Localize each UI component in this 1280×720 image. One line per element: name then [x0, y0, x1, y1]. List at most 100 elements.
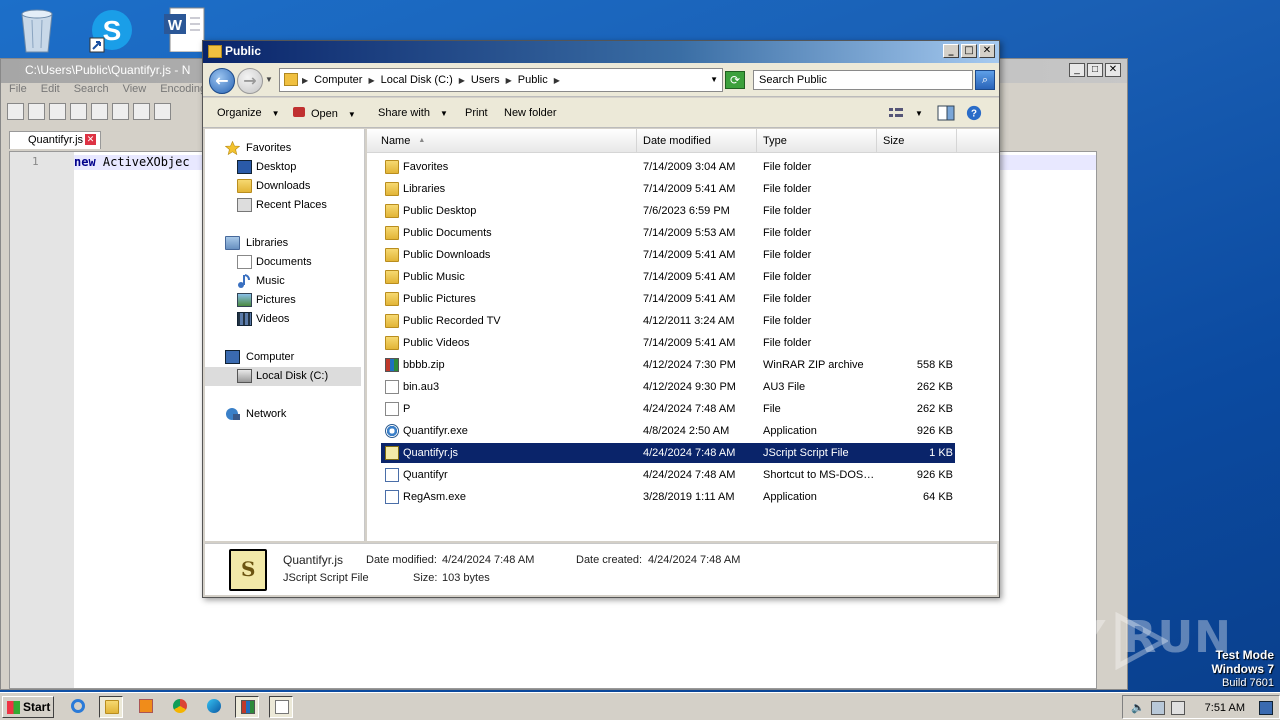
nav-recent-places[interactable]: Recent Places [205, 196, 361, 215]
menu-encoding[interactable]: Encoding [160, 83, 206, 95]
new-folder-button[interactable]: New folder [504, 107, 557, 119]
search-input[interactable]: Search Public [753, 70, 973, 90]
address-dropdown-icon[interactable]: ▼ [710, 75, 718, 84]
explorer-taskbar-icon[interactable] [99, 696, 123, 718]
file-row[interactable]: Quantifyr 4/24/2024 7:48 AM Shortcut to MS… [381, 465, 955, 485]
menu-search[interactable]: Search [74, 83, 109, 95]
exe-icon [385, 424, 399, 438]
recent-pages-dropdown[interactable]: ▼ [265, 75, 273, 84]
column-size[interactable]: Size [877, 129, 957, 153]
column-type[interactable]: Type [757, 129, 877, 153]
cut-icon[interactable] [154, 103, 171, 120]
file-row[interactable]: Public Downloads 7/14/2009 5:41 AM File fo… [381, 245, 955, 265]
file-list[interactable]: Name ▲ Date modified Type Size Favorites 7… [367, 129, 999, 541]
save-all-icon[interactable] [70, 103, 87, 120]
clock[interactable]: 7:51 AM [1205, 702, 1245, 714]
nav-label: Videos [256, 313, 290, 325]
network-tray-icon[interactable] [1151, 701, 1165, 715]
maximize-button[interactable]: □ [1087, 63, 1103, 77]
nav-downloads[interactable]: Downloads [205, 177, 361, 196]
nav-computer[interactable]: Computer [205, 348, 361, 367]
winrar-icon[interactable] [235, 696, 259, 718]
file-row[interactable]: Public Pictures 7/14/2009 5:41 AM File fol… [381, 289, 955, 309]
skype-icon[interactable]: S [88, 6, 138, 56]
minimize-button[interactable]: _ [943, 44, 959, 58]
minimize-button[interactable]: _ [1069, 63, 1085, 77]
search-icon[interactable]: ⌕ [975, 70, 995, 90]
open-file-icon[interactable] [28, 103, 45, 120]
local-disk-icon [237, 369, 252, 383]
nav-music[interactable]: Music [205, 272, 361, 291]
forward-button[interactable]: → [237, 68, 263, 94]
column-date[interactable]: Date modified [637, 129, 757, 153]
file-row[interactable]: bbbb.zip 4/12/2024 7:30 PM WinRAR ZIP arch… [381, 355, 955, 375]
address-bar[interactable]: ▶ Computer ▶ Local Disk (C:) ▶ Users ▶ P… [279, 68, 723, 92]
edge-icon[interactable] [202, 696, 226, 718]
nav-favorites[interactable]: Favorites [205, 139, 361, 158]
nav-label: Documents [256, 256, 312, 268]
open-button[interactable]: Open ▼ [293, 107, 356, 120]
print-button[interactable]: Print [465, 107, 488, 119]
menu-edit[interactable]: Edit [41, 83, 60, 95]
tab-quantifyr-js[interactable]: Quantifyr.js ✕ [9, 131, 101, 149]
volume-icon[interactable]: 🔈 [1131, 701, 1145, 715]
taskbar: Start 🔈 7:51 AM [0, 692, 1280, 720]
file-row[interactable]: Public Music 7/14/2009 5:41 AM File folder [381, 267, 955, 287]
view-options-icon[interactable] [887, 105, 905, 121]
file-row[interactable]: P 4/24/2024 7:48 AM File 262 KB [381, 399, 955, 419]
breadcrumb-public[interactable]: Public [518, 74, 548, 86]
file-row[interactable]: Libraries 7/14/2009 5:41 AM File folder [381, 179, 955, 199]
column-name[interactable]: Name ▲ [367, 129, 637, 153]
nav-local-disk[interactable]: Local Disk (C:) [205, 367, 361, 386]
file-row[interactable]: bin.au3 4/12/2024 9:30 PM AU3 File 262 KB [381, 377, 955, 397]
breadcrumb-local-disk[interactable]: Local Disk (C:) [381, 74, 453, 86]
action-center-icon[interactable] [1171, 701, 1185, 715]
nav-documents[interactable]: Documents [205, 253, 361, 272]
breadcrumb-users[interactable]: Users [471, 74, 500, 86]
menu-view[interactable]: View [123, 83, 147, 95]
start-button[interactable]: Start [2, 696, 54, 718]
chevron-down-icon[interactable]: ▼ [915, 109, 923, 118]
explorer-window[interactable]: Public _ □ ✕ ← → ▼ ▶ Computer ▶ Local Di… [202, 40, 1000, 598]
explorer-titlebar[interactable]: Public _ □ ✕ [203, 41, 999, 63]
save-icon[interactable] [49, 103, 66, 120]
new-file-icon[interactable] [7, 103, 24, 120]
internet-explorer-icon[interactable] [66, 696, 90, 718]
print-icon[interactable] [133, 103, 150, 120]
maximize-button[interactable]: □ [961, 44, 977, 58]
nav-desktop[interactable]: Desktop [205, 158, 361, 177]
code-line: new ActiveXObjec [74, 155, 190, 169]
nav-pictures[interactable]: Pictures [205, 291, 361, 310]
refresh-button[interactable]: ⟳ [725, 71, 745, 89]
nav-videos[interactable]: Videos [205, 310, 361, 329]
close-all-icon[interactable] [112, 103, 129, 120]
nav-label: Favorites [246, 142, 292, 154]
file-row[interactable]: Favorites 7/14/2009 3:04 AM File folder [381, 157, 955, 177]
show-desktop-icon[interactable] [1259, 701, 1273, 715]
breadcrumb-computer[interactable]: Computer [314, 74, 362, 86]
file-row[interactable]: Public Recorded TV 4/12/2011 3:24 AM File … [381, 311, 955, 331]
notepad-taskbar-icon[interactable] [269, 696, 293, 718]
organize-button[interactable]: Organize ▼ [217, 107, 280, 119]
help-icon[interactable]: ? [965, 105, 983, 121]
file-row[interactable]: Quantifyr.exe 4/8/2024 2:50 AM Application… [381, 421, 955, 441]
file-date: 4/12/2024 7:30 PM [643, 359, 736, 371]
tab-close-icon[interactable]: ✕ [85, 134, 96, 145]
preview-pane-icon[interactable] [937, 105, 955, 121]
file-row[interactable]: RegAsm.exe 3/28/2019 1:11 AM Application 64… [381, 487, 955, 507]
nav-network[interactable]: Network [205, 405, 361, 424]
file-row[interactable]: Public Desktop 7/6/2023 6:59 PM File folde… [381, 201, 955, 221]
chrome-icon[interactable] [168, 696, 192, 718]
file-row[interactable]: Public Videos 7/14/2009 5:41 AM File folde… [381, 333, 955, 353]
menu-file[interactable]: File [9, 83, 27, 95]
recycle-bin-icon[interactable] [14, 4, 64, 54]
close-button[interactable]: ✕ [1105, 63, 1121, 77]
share-with-button[interactable]: Share with ▼ [378, 107, 448, 119]
file-row[interactable]: Quantifyr.js 4/24/2024 7:48 AM JScript Scr… [381, 443, 955, 463]
back-button[interactable]: ← [209, 68, 235, 94]
nav-libraries[interactable]: Libraries [205, 234, 361, 253]
close-button[interactable]: ✕ [979, 44, 995, 58]
close-file-icon[interactable] [91, 103, 108, 120]
media-player-icon[interactable] [134, 696, 158, 718]
file-row[interactable]: Public Documents 7/14/2009 5:53 AM File fo… [381, 223, 955, 243]
